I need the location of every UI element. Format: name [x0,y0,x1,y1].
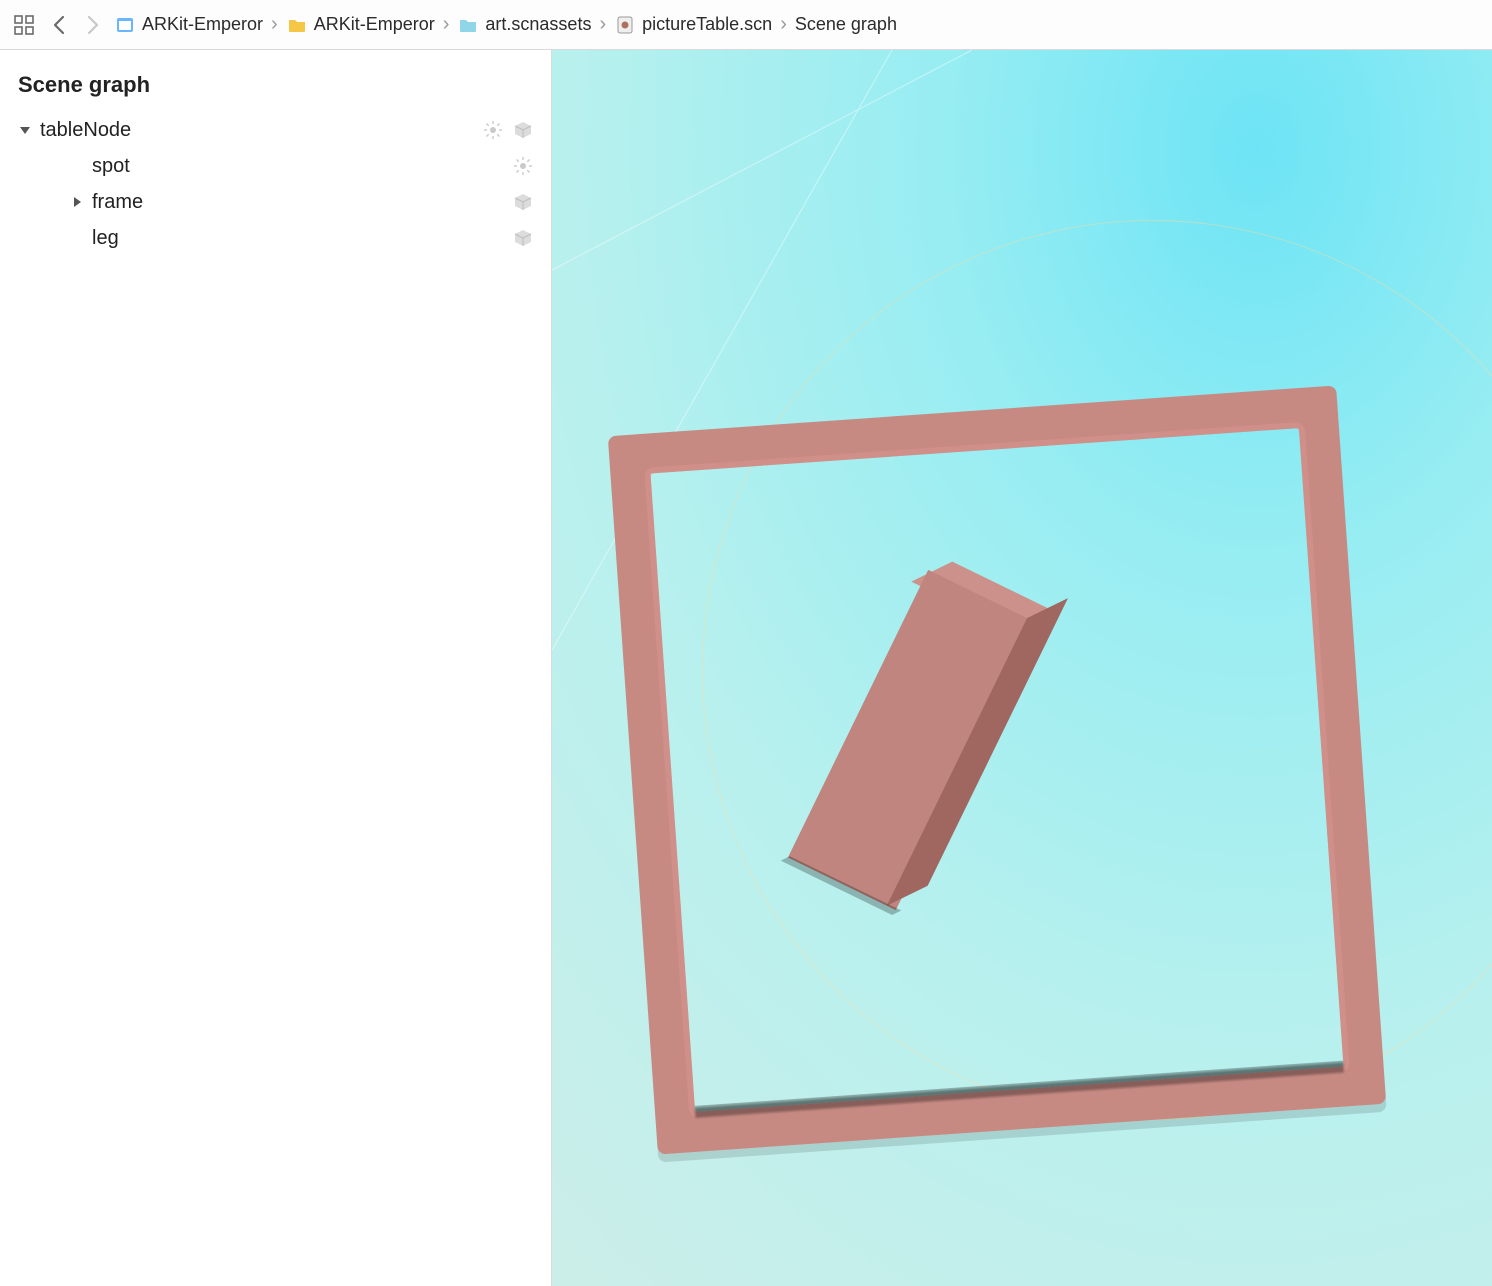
breadcrumb-item-scene-graph[interactable]: Scene graph [795,14,897,35]
chevron-right-icon: › [443,13,450,36]
triangle-right-icon [70,195,84,209]
nav-forward-button[interactable] [80,11,106,39]
breadcrumb-label: pictureTable.scn [642,14,772,35]
scene-node-frame[interactable]: frame [14,184,541,220]
scene-node-leg[interactable]: leg [14,220,541,256]
chevron-right-icon: › [780,13,787,36]
project-icon [114,14,136,36]
breadcrumb-item-folder[interactable]: ARKit-Emperor › [286,13,452,36]
nav-back-button[interactable] [46,11,72,39]
breadcrumb-item-assets[interactable]: art.scnassets › [457,13,608,36]
chevron-right-icon: › [271,13,278,36]
chevron-right-icon [85,14,101,36]
node-label: frame [92,191,513,214]
panel-title: Scene graph [18,72,541,98]
toolbar: ARKit-Emperor › ARKit-Emperor › art.scna… [0,0,1492,50]
breadcrumb-item-scene-file[interactable]: pictureTable.scn › [614,13,789,36]
disclosure-triangle[interactable] [18,123,40,137]
grid-icon [13,14,35,36]
triangle-down-icon [18,123,32,137]
breadcrumb-label: ARKit-Emperor [142,14,263,35]
breadcrumb: ARKit-Emperor › ARKit-Emperor › art.scna… [114,13,1482,36]
cube-icon [513,120,533,140]
scene-graph-panel: Scene graph tableNode spot fram [0,50,552,1286]
related-items-button[interactable] [10,11,38,39]
cube-icon [513,228,533,248]
breadcrumb-label: art.scnassets [485,14,591,35]
light-icon [513,156,533,176]
scene-file-icon [614,14,636,36]
breadcrumb-label: ARKit-Emperor [314,14,435,35]
node-label: leg [92,227,513,250]
scene-object-frame[interactable] [608,385,1386,1154]
scene-viewport[interactable] [552,50,1492,1286]
disclosure-triangle[interactable] [70,195,92,209]
light-icon [483,120,503,140]
folder-icon [286,14,308,36]
assets-folder-icon [457,14,479,36]
breadcrumb-label: Scene graph [795,14,897,35]
chevron-right-icon: › [599,13,606,36]
scene-node-tableNode[interactable]: tableNode [14,112,541,148]
chevron-left-icon [51,14,67,36]
breadcrumb-item-project[interactable]: ARKit-Emperor › [114,13,280,36]
node-label: spot [92,155,513,178]
cube-icon [513,192,533,212]
main-split: Scene graph tableNode spot fram [0,50,1492,1286]
scene-node-spot[interactable]: spot [14,148,541,184]
node-label: tableNode [40,119,483,142]
